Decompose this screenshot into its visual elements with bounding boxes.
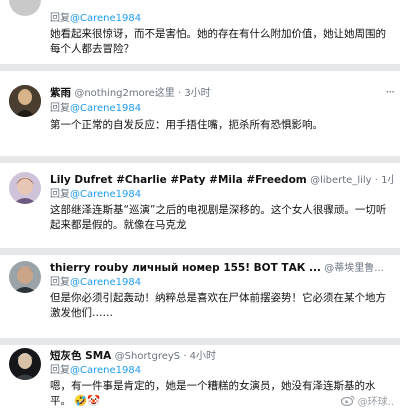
- display-name[interactable]: 短灰色 SMA: [50, 350, 111, 362]
- tweet-header: Lily Dufret #Charlie #Paty #Mila #Freedo…: [50, 172, 394, 188]
- tweet-text: 嗯，有一件事是肯定的，她是一个糟糕的女演员，她没有泽连斯基的水平。 🤣🤡: [50, 379, 388, 409]
- display-name[interactable]: Lily Dufret #Charlie #Paty #Mila #Freedo…: [50, 174, 307, 186]
- emoji-laugh-clown: 🤣🤡: [74, 395, 101, 407]
- tweet-2[interactable]: 紫雨 @nothing2more这里 · 3小时 ··· 回复@Carene19…: [0, 71, 400, 156]
- reply-to-line: 回复@Carene1984: [50, 188, 141, 202]
- divider: [0, 338, 400, 345]
- avatar[interactable]: [9, 0, 41, 16]
- reply-to-line: 回复@Carene1984: [50, 12, 141, 26]
- tweet-text: 这部继泽连斯基“巡演”之后的电视剧是深移的。这个女人很骤顽。一切听起来都是假的。…: [50, 204, 387, 231]
- mention-link[interactable]: @Carene1984: [70, 277, 141, 288]
- watermark-text: @环球..: [357, 397, 394, 408]
- avatar[interactable]: [9, 348, 41, 380]
- mention-link[interactable]: @Carene1984: [70, 189, 141, 200]
- tweet-1[interactable]: 回复@Carene1984 她看起来很惊讶，而不是害怕。她的存在有什么附加价值，…: [0, 0, 400, 64]
- tweet-header: thierry rouby личный номер 155! ВОТ ТАК …: [50, 260, 394, 276]
- more-options-icon[interactable]: ···: [386, 85, 396, 99]
- tweet-text: 但是你必须引起轰动！纳粹总是喜欢在尸体前摆姿势！它必须在某个地方激发他们……: [50, 292, 386, 319]
- tweet-header: 紫雨 @nothing2more这里 · 3小时: [50, 85, 394, 101]
- reply-prefix: 回复: [50, 277, 70, 288]
- display-name[interactable]: thierry rouby личный номер 155! ВОТ ТАК …: [50, 262, 321, 274]
- avatar[interactable]: [9, 172, 41, 204]
- divider: [0, 64, 400, 71]
- handle-and-time[interactable]: @nothing2more这里 · 3小时: [74, 88, 210, 99]
- tweet-4[interactable]: thierry rouby личный номер 155! ВОТ ТАК …: [0, 255, 400, 338]
- reply-prefix: 回复: [50, 189, 70, 200]
- avatar[interactable]: [9, 85, 41, 117]
- divider: [0, 248, 400, 255]
- reply-prefix: 回复: [50, 103, 70, 114]
- reply-prefix: 回复: [50, 13, 70, 24]
- reply-to-line: 回复@Carene1984: [50, 102, 141, 116]
- reply-thread: 回复@Carene1984 她看起来很惊讶，而不是害怕。她的存在有什么附加价值，…: [0, 0, 400, 413]
- tweet-text: 第一个正常的自发反应：用手捂住嘴，扼杀所有恐惧影响。: [50, 119, 323, 131]
- tweet-3[interactable]: Lily Dufret #Charlie #Paty #Mila #Freedo…: [0, 163, 400, 248]
- handle-and-time[interactable]: @liberte_lily · 1小时: [310, 175, 394, 186]
- tweet-text: 她看起来很惊讶，而不是害怕。她的存在有什么附加价值，她让她周围的每个人都去冒险？: [50, 28, 386, 55]
- reply-to-line: 回复@Carene1984: [50, 276, 141, 290]
- mention-link[interactable]: @Carene1984: [70, 13, 141, 24]
- reply-to-line: 回复@Carene1984: [50, 364, 141, 378]
- mention-link[interactable]: @Carene1984: [70, 103, 141, 114]
- avatar[interactable]: [9, 261, 41, 293]
- watermark: @环球..: [340, 393, 394, 409]
- display-name[interactable]: 紫雨: [50, 87, 71, 99]
- handle-and-time[interactable]: @蒂埃里鲁...: [324, 263, 384, 274]
- reply-prefix: 回复: [50, 365, 70, 376]
- weibo-logo-icon: [340, 395, 355, 409]
- mention-link[interactable]: @Carene1984: [70, 365, 141, 376]
- divider: [0, 156, 400, 163]
- handle-and-time[interactable]: @ShortgreyS · 4小时: [115, 351, 216, 362]
- tweet-header: 短灰色 SMA @ShortgreyS · 4小时: [50, 348, 394, 364]
